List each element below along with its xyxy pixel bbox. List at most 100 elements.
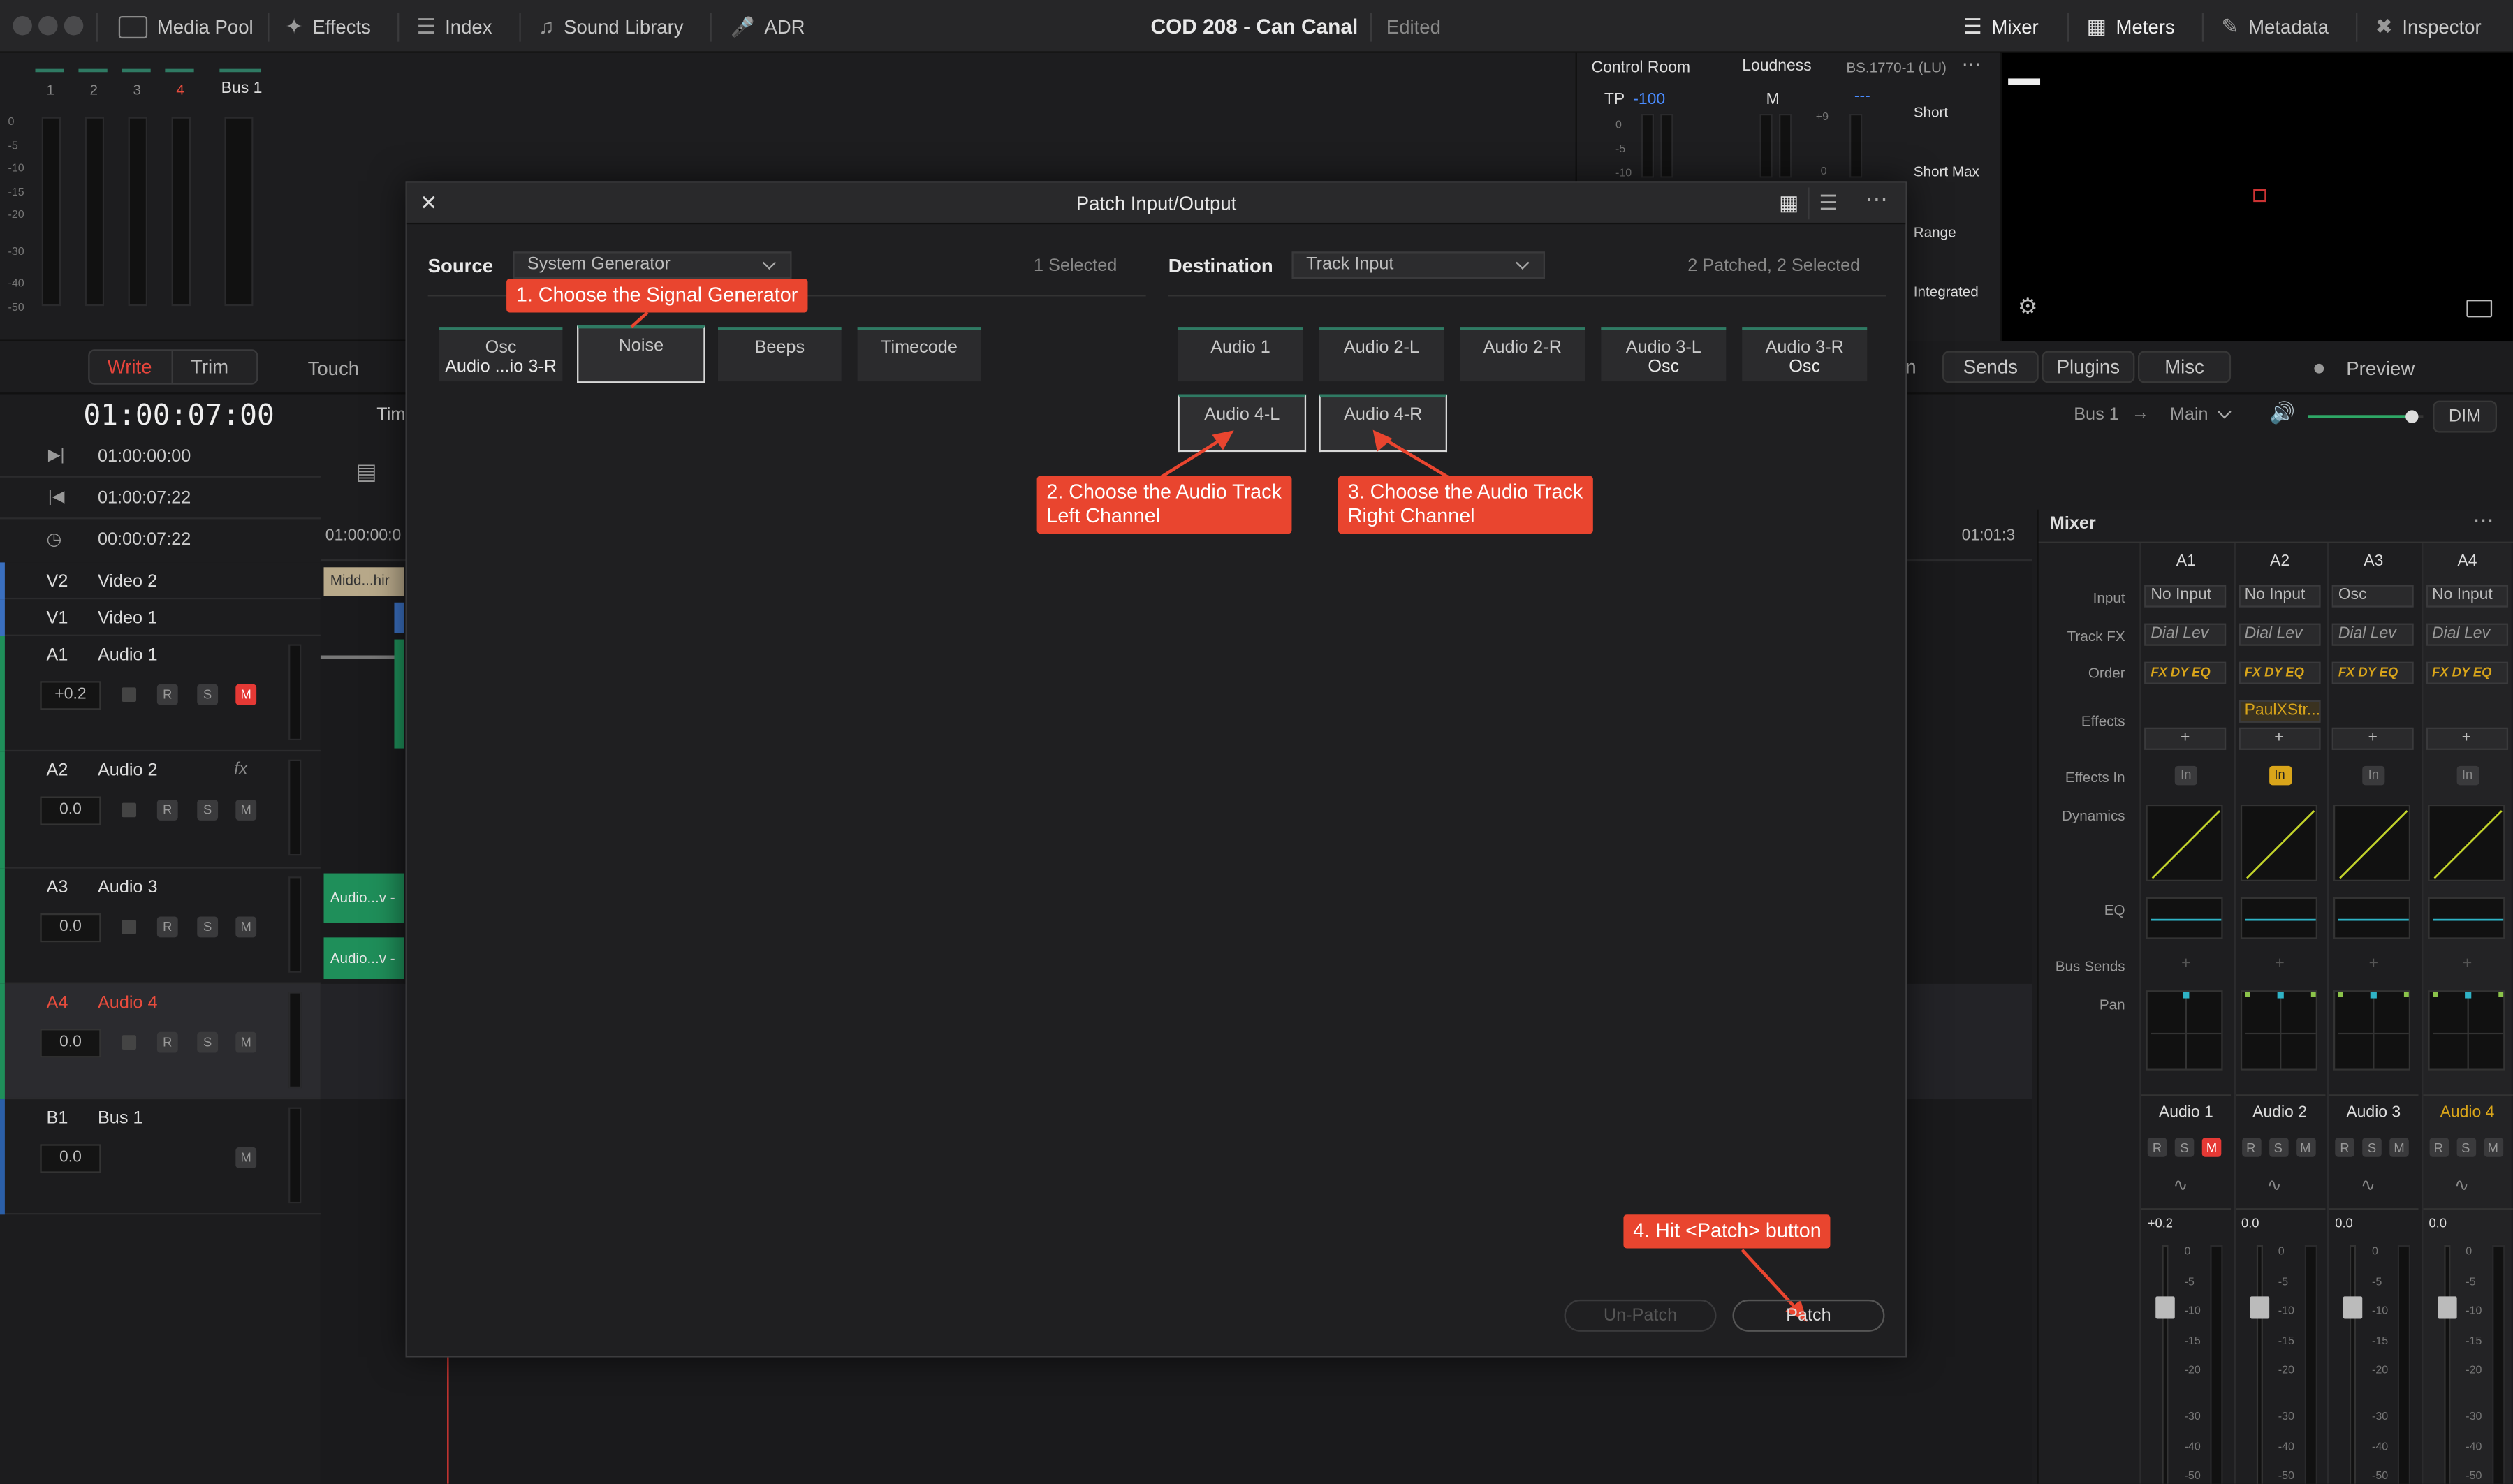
strip-mute-button[interactable]: M	[2389, 1138, 2409, 1157]
strip-solo-button[interactable]: S	[2269, 1138, 2288, 1157]
strip-mute-button[interactable]: M	[2483, 1138, 2503, 1157]
window-minimize-dot[interactable]	[38, 15, 58, 36]
lock-icon[interactable]	[122, 1035, 137, 1050]
strip-mute-button[interactable]: M	[2201, 1138, 2222, 1157]
adr-button[interactable]: 🎤 ADR	[731, 0, 805, 53]
dim-button[interactable]: DIM	[2433, 400, 2497, 433]
mute-button[interactable]: M	[235, 916, 257, 938]
strip-effects-in-button[interactable]: In	[2269, 765, 2292, 786]
strip-bus-send-button[interactable]: +	[2422, 955, 2512, 973]
strip-curve-icon[interactable]: ∿	[2173, 1175, 2188, 1196]
window-zoom-dot[interactable]	[64, 15, 84, 36]
strip-track-fx[interactable]: Dial Lev	[2238, 623, 2320, 646]
strip-solo-button[interactable]: S	[2456, 1138, 2476, 1157]
monitor-main[interactable]: Main	[2170, 406, 2208, 425]
strip-fader-knob[interactable]	[2436, 1296, 2456, 1319]
strip-bus-send-button[interactable]: +	[2141, 955, 2231, 973]
strip-pan-control[interactable]	[2146, 990, 2223, 1071]
strip-dynamics-graph[interactable]	[2427, 804, 2505, 882]
clip-audio-3a[interactable]: Audio...v -	[323, 873, 404, 923]
record-button[interactable]: R	[156, 800, 178, 821]
strip-add-effect-button[interactable]: +	[2144, 727, 2227, 750]
monitor-volume-slider[interactable]	[2308, 410, 2424, 423]
tab-partial[interactable]: n	[1905, 355, 1916, 378]
strip-order[interactable]: FX DY EQ	[2331, 661, 2414, 684]
track-volume[interactable]: 0.0	[40, 796, 101, 825]
patch-button[interactable]: Patch	[1732, 1299, 1885, 1332]
strip-fader-knob[interactable]	[2155, 1296, 2175, 1319]
strip-dynamics-graph[interactable]	[2239, 804, 2317, 882]
strip-order[interactable]: FX DY EQ	[2144, 661, 2227, 684]
track-a4[interactable]: A4 Audio 4 0.0 R S M	[0, 983, 321, 1100]
track-volume[interactable]: 0.0	[40, 1029, 101, 1058]
strip-order[interactable]: FX DY EQ	[2238, 661, 2320, 684]
mute-button[interactable]: M	[235, 800, 257, 821]
mixer-options-icon[interactable]: ⋯	[2473, 508, 2494, 534]
strip-curve-icon[interactable]: ∿	[2361, 1175, 2375, 1196]
track-v2[interactable]: V2 Video 2	[0, 562, 321, 600]
video-viewer[interactable]: ⚙	[2000, 52, 2513, 341]
strip-track-fx[interactable]: Dial Lev	[2331, 623, 2414, 646]
strip-add-effect-button[interactable]: +	[2238, 727, 2320, 750]
record-button[interactable]: R	[156, 1031, 178, 1053]
track-volume[interactable]: 0.0	[40, 1144, 101, 1173]
loudness-standard[interactable]: BS.1770-1 (LU)	[1846, 59, 1946, 75]
strip-solo-button[interactable]: S	[2174, 1138, 2195, 1157]
strip-input[interactable]: No Input	[2238, 585, 2320, 608]
timeline-options-icon[interactable]: ▤	[356, 458, 376, 485]
track-a2[interactable]: A2 Audio 2 fx 0.0 R S M	[0, 751, 321, 869]
strip-effects-in-button[interactable]: In	[2174, 765, 2197, 786]
strip-curve-icon[interactable]: ∿	[2267, 1175, 2282, 1196]
solo-button[interactable]: S	[197, 800, 219, 821]
strip-fader-track[interactable]	[2162, 1244, 2169, 1484]
tab-sends[interactable]: Sends	[1942, 351, 2039, 383]
mixer-toggle-button[interactable]: ☰ Mixer	[1963, 0, 2039, 53]
strip-bus-send-button[interactable]: +	[2329, 955, 2418, 973]
sound-library-button[interactable]: ♫ Sound Library	[538, 0, 684, 53]
strip-fader-knob[interactable]	[2249, 1296, 2269, 1319]
speaker-icon[interactable]: 🔊	[2269, 401, 2295, 427]
monitor-main-chevron-icon[interactable]	[2218, 404, 2232, 419]
record-button[interactable]: R	[156, 916, 178, 938]
strip-record-button[interactable]: R	[2241, 1138, 2261, 1157]
strip-add-effect-button[interactable]: +	[2425, 727, 2507, 750]
media-pool-button[interactable]: Media Pool	[118, 0, 254, 53]
strip-effect-slot[interactable]: PaulXStr...	[2238, 700, 2320, 723]
strip-dynamics-graph[interactable]	[2333, 804, 2411, 882]
record-button[interactable]: R	[156, 684, 178, 705]
window-close-dot[interactable]	[13, 15, 32, 36]
viewer-settings-icon[interactable]: ⚙	[2018, 293, 2038, 321]
strip-bus-send-button[interactable]: +	[2235, 955, 2324, 973]
monitor-bus[interactable]: Bus 1	[2074, 406, 2119, 425]
strip-mute-button[interactable]: M	[2296, 1138, 2315, 1157]
strip-track-fx[interactable]: Dial Lev	[2144, 623, 2227, 646]
strip-eq-graph[interactable]	[2239, 897, 2317, 939]
track-volume[interactable]: 0.0	[40, 913, 101, 943]
strip-effects-in-button[interactable]: In	[2456, 765, 2479, 786]
strip-pan-control[interactable]	[2239, 990, 2317, 1071]
strip-fader-track[interactable]	[2349, 1244, 2357, 1484]
lock-icon[interactable]	[122, 687, 137, 703]
mute-button[interactable]: M	[235, 1147, 257, 1168]
effects-button[interactable]: ✦ Effects	[285, 0, 370, 53]
strip-fader-track[interactable]	[2443, 1244, 2450, 1484]
lock-icon[interactable]	[122, 920, 137, 934]
strip-track-fx[interactable]: Dial Lev	[2425, 623, 2507, 646]
strip-input[interactable]: No Input	[2144, 585, 2227, 608]
strip-order[interactable]: FX DY EQ	[2425, 661, 2507, 684]
strip-pan-control[interactable]	[2333, 990, 2411, 1071]
mute-button[interactable]: M	[235, 1031, 257, 1053]
strip-pan-control[interactable]	[2427, 990, 2505, 1071]
track-volume[interactable]: +0.2	[40, 681, 101, 710]
trim-button[interactable]: Trim	[191, 355, 228, 378]
track-a3[interactable]: A3 Audio 3 0.0 R S M	[0, 868, 321, 984]
track-a1[interactable]: A1 Audio 1 +0.2 R S M	[0, 636, 321, 752]
metadata-toggle-button[interactable]: ✎ Metadata	[2221, 0, 2329, 53]
strip-eq-graph[interactable]	[2333, 897, 2411, 939]
strip-add-effect-button[interactable]: +	[2331, 727, 2414, 750]
solo-button[interactable]: S	[197, 684, 219, 705]
loudness-options-icon[interactable]: ⋯	[1962, 53, 1981, 75]
index-button[interactable]: ☰ Index	[417, 0, 492, 53]
strip-eq-graph[interactable]	[2427, 897, 2505, 939]
strip-curve-icon[interactable]: ∿	[2454, 1175, 2469, 1196]
